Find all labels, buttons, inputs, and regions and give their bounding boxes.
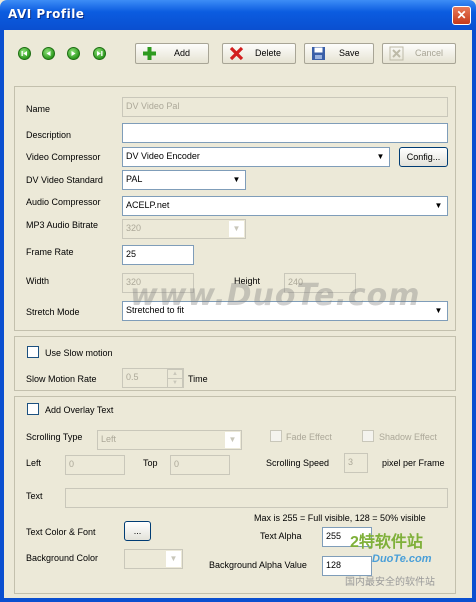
scrolling-speed-label: Scrolling Speed: [266, 458, 330, 468]
video-compressor-value: DV Video Encoder: [126, 151, 200, 161]
prev-record-button[interactable]: [42, 47, 55, 60]
frame-rate-input[interactable]: 25: [122, 245, 194, 265]
chevron-down-icon: ▼: [431, 198, 446, 214]
chevron-down-icon: ▼: [229, 221, 244, 237]
plus-icon: [143, 47, 156, 60]
slow-motion-rate-input[interactable]: 0.5 ▲ ▼: [122, 368, 184, 388]
save-label: Save: [339, 48, 360, 58]
alpha-note: Max is 255 = Full visible, 128 = 50% vis…: [254, 513, 426, 523]
scrolling-speed-input[interactable]: 3: [344, 453, 368, 473]
cancel-icon: [389, 46, 404, 61]
fade-effect-label: Fade Effect: [286, 432, 332, 442]
prev-icon: [46, 51, 51, 56]
scrolling-speed-unit: pixel per Frame: [382, 458, 445, 468]
background-color-select[interactable]: ▼: [124, 549, 183, 569]
slow-motion-rate-value: 0.5: [126, 372, 139, 382]
stretch-mode-label: Stretch Mode: [26, 307, 80, 317]
watermark-logo-en: DuoTe.com: [372, 553, 432, 565]
chevron-down-icon: ▼: [373, 149, 388, 165]
mp3-bitrate-select[interactable]: 320 ▼: [122, 219, 246, 239]
video-compressor-label: Video Compressor: [26, 152, 101, 162]
first-record-button[interactable]: [18, 47, 31, 60]
dv-standard-label: DV Video Standard: [26, 175, 103, 185]
last-icon: [97, 51, 103, 56]
window-frame-bottom: [0, 598, 476, 602]
watermark-text: www.DuoTe.com: [130, 278, 421, 313]
close-button[interactable]: ✕: [452, 6, 471, 25]
description-label: Description: [26, 130, 72, 140]
delete-label: Delete: [255, 48, 282, 58]
chevron-down-icon: ▼: [225, 432, 240, 448]
chevron-down-icon: ▼: [431, 303, 446, 319]
text-color-font-button[interactable]: ...: [124, 521, 151, 541]
overlay-text-checkbox[interactable]: [27, 403, 39, 415]
delete-button[interactable]: Delete: [222, 43, 296, 64]
text-color-font-label: Text Color & Font: [26, 527, 96, 537]
floppy-disk-icon: [312, 47, 325, 60]
window-title: AVI Profile: [8, 7, 85, 21]
top-label: Top: [143, 458, 158, 468]
fade-effect-checkbox[interactable]: [270, 430, 282, 442]
watermark-logo-cn: 2特软件站: [350, 534, 423, 551]
text-alpha-label: Text Alpha: [260, 531, 302, 541]
audio-compressor-label: Audio Compressor: [26, 197, 101, 207]
cancel-label: Cancel: [415, 48, 444, 58]
description-input[interactable]: [122, 123, 448, 143]
name-input[interactable]: DV Video Pal: [122, 97, 448, 117]
name-label: Name: [26, 104, 51, 114]
add-button[interactable]: Add: [135, 43, 209, 64]
add-label: Add: [174, 48, 191, 58]
background-alpha-label: Background Alpha Value: [209, 560, 307, 570]
window-frame-right: [472, 30, 476, 602]
overlay-text-input[interactable]: [65, 488, 448, 508]
text-label: Text: [26, 491, 43, 501]
slow-motion-unit: Time: [188, 374, 208, 384]
last-record-button[interactable]: [93, 47, 106, 60]
spin-down-icon[interactable]: ▼: [167, 378, 183, 387]
save-button[interactable]: Save: [304, 43, 374, 64]
left-input[interactable]: 0: [65, 455, 125, 475]
dv-standard-select[interactable]: PAL ▼: [122, 170, 246, 190]
scrolling-type-label: Scrolling Type: [26, 432, 83, 442]
slow-motion-checkbox-label: Use Slow motion: [45, 348, 113, 358]
mp3-bitrate-value: 320: [126, 223, 142, 233]
next-record-button[interactable]: [67, 47, 80, 60]
overlay-text-checkbox-label: Add Overlay Text: [45, 405, 114, 415]
left-label: Left: [26, 458, 42, 468]
first-icon: [21, 51, 27, 56]
window-frame-left: [0, 30, 4, 602]
next-icon: [71, 51, 76, 56]
slow-motion-checkbox[interactable]: [27, 346, 39, 358]
scrolling-type-value: Left: [101, 434, 117, 444]
audio-compressor-select[interactable]: ACELP.net ▼: [122, 196, 448, 216]
top-input[interactable]: 0: [170, 455, 230, 475]
chevron-down-icon: ▼: [166, 551, 181, 567]
shadow-effect-label: Shadow Effect: [379, 432, 437, 442]
shadow-effect-checkbox[interactable]: [362, 430, 374, 442]
chevron-down-icon: ▼: [229, 172, 244, 188]
audio-compressor-value: ACELP.net: [126, 200, 170, 210]
mp3-bitrate-label: MP3 Audio Bitrate: [26, 220, 99, 230]
slow-motion-rate-label: Slow Motion Rate: [26, 374, 97, 384]
config-button[interactable]: Config...: [399, 147, 448, 167]
watermark-logo-sub: 国内最安全的软件站: [345, 577, 435, 588]
cancel-button[interactable]: Cancel: [382, 43, 456, 64]
background-color-label: Background Color: [26, 553, 99, 563]
frame-rate-label: Frame Rate: [26, 247, 74, 257]
video-compressor-select[interactable]: DV Video Encoder ▼: [122, 147, 390, 167]
width-label: Width: [26, 276, 50, 286]
delete-x-icon: [229, 46, 244, 61]
scrolling-type-select[interactable]: Left ▼: [97, 430, 242, 450]
dv-standard-value: PAL: [126, 174, 143, 184]
